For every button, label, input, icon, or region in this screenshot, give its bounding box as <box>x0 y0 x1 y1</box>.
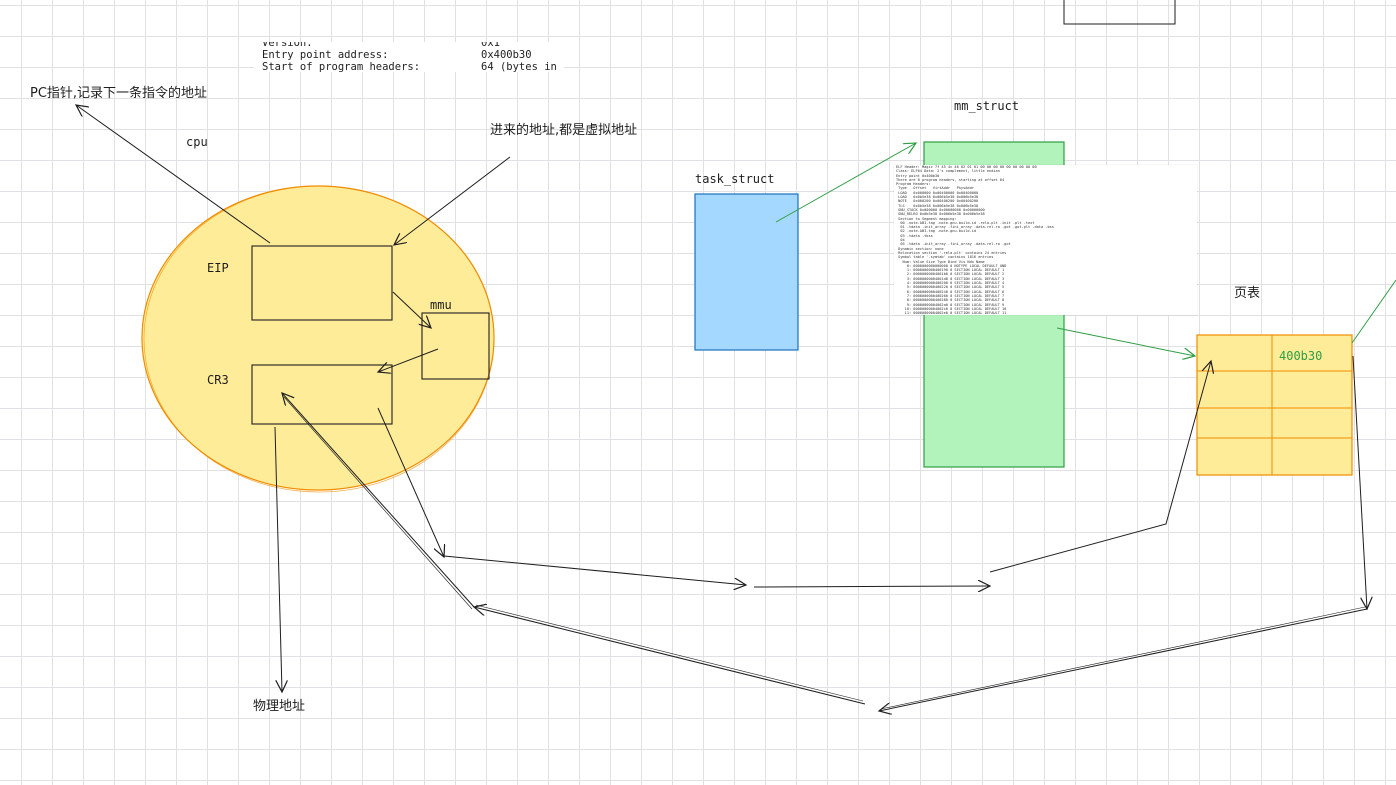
page-table-label: 页表 <box>1234 286 1261 301</box>
arrow-return-seg-1[interactable] <box>879 608 1368 711</box>
elf-value: 0x400b30 <box>481 49 532 61</box>
page-table-outline <box>1196 334 1353 476</box>
arrow-incoming-to-eip[interactable] <box>394 156 511 245</box>
readelf-output-image[interactable]: ELF Header: Magic 7f 45 4c 46 02 01 01 0… <box>894 165 1197 315</box>
cpu-label: cpu <box>186 135 208 149</box>
elf-row: Start of program headers: 64 (bytes in <box>254 61 564 72</box>
arrow-page-table-down[interactable] <box>1352 355 1367 609</box>
mmu-label: mmu <box>430 298 452 312</box>
eip-label: EIP <box>207 261 229 275</box>
page-table[interactable] <box>1196 334 1353 476</box>
arrow-return-seg-2[interactable] <box>474 607 866 705</box>
arrow-eip-to-pc-note[interactable] <box>76 105 271 244</box>
cr3-label: CR3 <box>207 373 229 387</box>
elf-key: Version: <box>262 42 313 49</box>
elf-row: Version: 0x1 <box>254 42 564 49</box>
green-line-offscreen[interactable] <box>1351 279 1396 344</box>
task-struct-box[interactable] <box>694 193 799 351</box>
page-table-entry-value: 400b30 <box>1279 349 1323 363</box>
arrow-path-seg-2[interactable] <box>753 586 990 587</box>
physical-address-label: 物理地址 <box>253 699 306 714</box>
arrow-mm-to-page-table[interactable] <box>1056 327 1195 356</box>
elf-key: Start of program headers: <box>262 61 421 72</box>
readelf-lines: ELF Header: Magic 7f 45 4c 46 02 01 01 0… <box>894 165 1197 315</box>
arrow-return-seg-2-sketch <box>475 604 864 702</box>
elf-value: 0x1 <box>481 42 500 49</box>
elf-value: 64 (bytes in <box>481 61 557 72</box>
mm-struct-label: mm_struct <box>954 99 1020 113</box>
elf-header-snippet: Version: 0x1 Entry point address: 0x400b… <box>254 42 564 72</box>
elf-row: Entry point address: 0x400b30 <box>254 49 564 61</box>
partial-box-top[interactable] <box>1063 0 1176 25</box>
task-struct-label: task_struct <box>695 172 775 186</box>
pc-pointer-note: PC指针,记录下一条指令的地址 <box>30 86 208 101</box>
arrow-path-seg-1[interactable] <box>443 555 746 585</box>
arrow-return-seg-1-sketch <box>880 606 1366 710</box>
readelf-line: 11: 00000000004002e0 0 SECTION LOCAL DEF… <box>896 311 1007 315</box>
elf-key: Entry point address: <box>262 49 389 61</box>
diagram-canvas <box>0 0 1396 785</box>
incoming-address-note: 进来的地址,都是虚拟地址 <box>490 123 638 138</box>
